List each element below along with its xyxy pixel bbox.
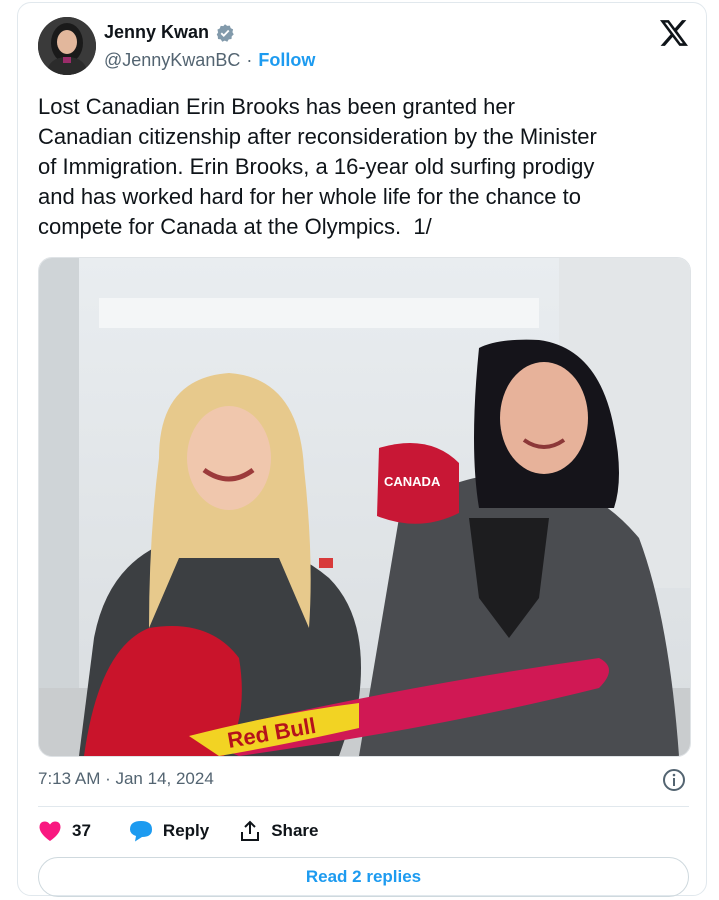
- tweet-text: Lost Canadian Erin Brooks has been grant…: [38, 94, 597, 239]
- follow-button[interactable]: Follow: [258, 50, 315, 71]
- divider: [38, 806, 689, 807]
- tweet-photo[interactable]: CANADA Red Bull: [38, 257, 691, 757]
- share-icon: [241, 820, 260, 841]
- author-name[interactable]: Jenny Kwan: [104, 22, 209, 43]
- like-button[interactable]: 37: [38, 820, 91, 842]
- info-icon[interactable]: [662, 768, 686, 792]
- cap-text: CANADA: [384, 474, 441, 489]
- action-bar: 37 Reply Share: [38, 820, 318, 842]
- read-replies-button[interactable]: Read 2 replies: [38, 857, 689, 897]
- tweet-timestamp[interactable]: 7:13 AM · Jan 14, 2024: [38, 769, 214, 789]
- x-logo-icon[interactable]: [660, 20, 688, 46]
- share-button[interactable]: Share: [239, 820, 318, 842]
- reply-button[interactable]: Reply: [129, 820, 209, 842]
- like-count: 37: [72, 821, 91, 840]
- handle-row: @JennyKwanBC · Follow: [104, 50, 315, 71]
- author-handle[interactable]: @JennyKwanBC: [104, 50, 240, 71]
- heart-icon: [39, 821, 61, 841]
- reply-label: Reply: [162, 821, 210, 840]
- share-label: Share: [271, 821, 319, 840]
- separator-dot: ·: [246, 50, 253, 70]
- reply-icon: [129, 821, 152, 842]
- author-avatar[interactable]: [38, 17, 96, 75]
- verified-badge-icon: [216, 23, 234, 42]
- author-name-row: Jenny Kwan: [104, 22, 235, 43]
